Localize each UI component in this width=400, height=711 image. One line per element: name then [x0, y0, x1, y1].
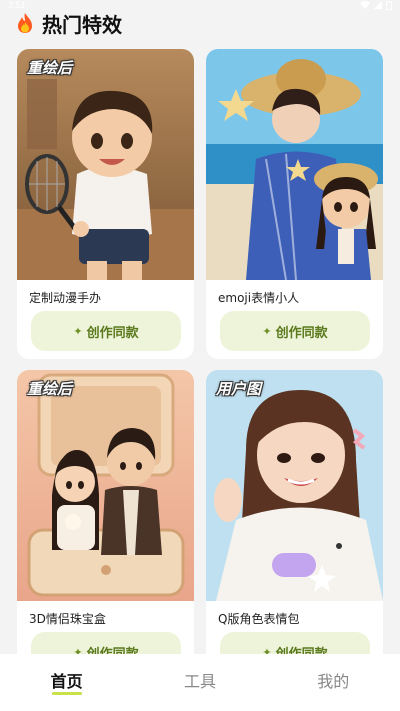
effect-preview-image: 重绘后	[17, 370, 194, 601]
tab-mine[interactable]: 我的	[293, 668, 373, 692]
effect-preview-image	[206, 49, 383, 280]
badge-label: 重绘后	[27, 59, 73, 77]
tab-label: 工具	[183, 672, 216, 691]
bottom-tab-bar: 首页 工具 我的	[0, 654, 400, 711]
effect-card[interactable]: 重绘后 3D情侣珠宝盒 ✦ 创作同款	[17, 370, 194, 680]
badge-label: 用户图	[216, 380, 262, 398]
create-same-label: 创作同款	[86, 325, 139, 341]
sparkle-icon: ✦	[73, 324, 83, 338]
effect-caption: emoji表情小人	[218, 291, 300, 305]
effect-card[interactable]: 重绘后 定制动漫手办 ✦ 创作同款	[17, 49, 194, 359]
effect-caption: 定制动漫手办	[29, 291, 102, 305]
effect-card[interactable]: 用户图 Q版角色表情包 ✦ 创作同款	[206, 370, 383, 680]
active-tab-indicator	[51, 692, 82, 695]
badge-label: 重绘后	[27, 380, 73, 398]
tab-home[interactable]: 首页	[27, 668, 107, 695]
page-title: 热门特效	[42, 12, 122, 37]
tab-label: 首页	[50, 672, 83, 691]
flame-icon	[18, 13, 32, 33]
create-same-label: 创作同款	[275, 325, 328, 341]
tab-tools[interactable]: 工具	[160, 668, 240, 692]
effect-preview-image: 用户图	[206, 370, 383, 601]
create-same-button[interactable]: ✦ 创作同款	[220, 311, 370, 351]
effect-caption: Q版角色表情包	[218, 612, 300, 626]
effect-preview-image: 重绘后	[17, 49, 194, 280]
create-same-button[interactable]: ✦ 创作同款	[31, 311, 181, 351]
tab-label: 我的	[317, 672, 350, 691]
effect-caption: 3D情侣珠宝盒	[29, 612, 106, 626]
effect-card[interactable]: emoji表情小人 ✦ 创作同款	[206, 49, 383, 359]
page-header: 热门特效	[0, 8, 400, 38]
sparkle-icon: ✦	[262, 324, 272, 338]
